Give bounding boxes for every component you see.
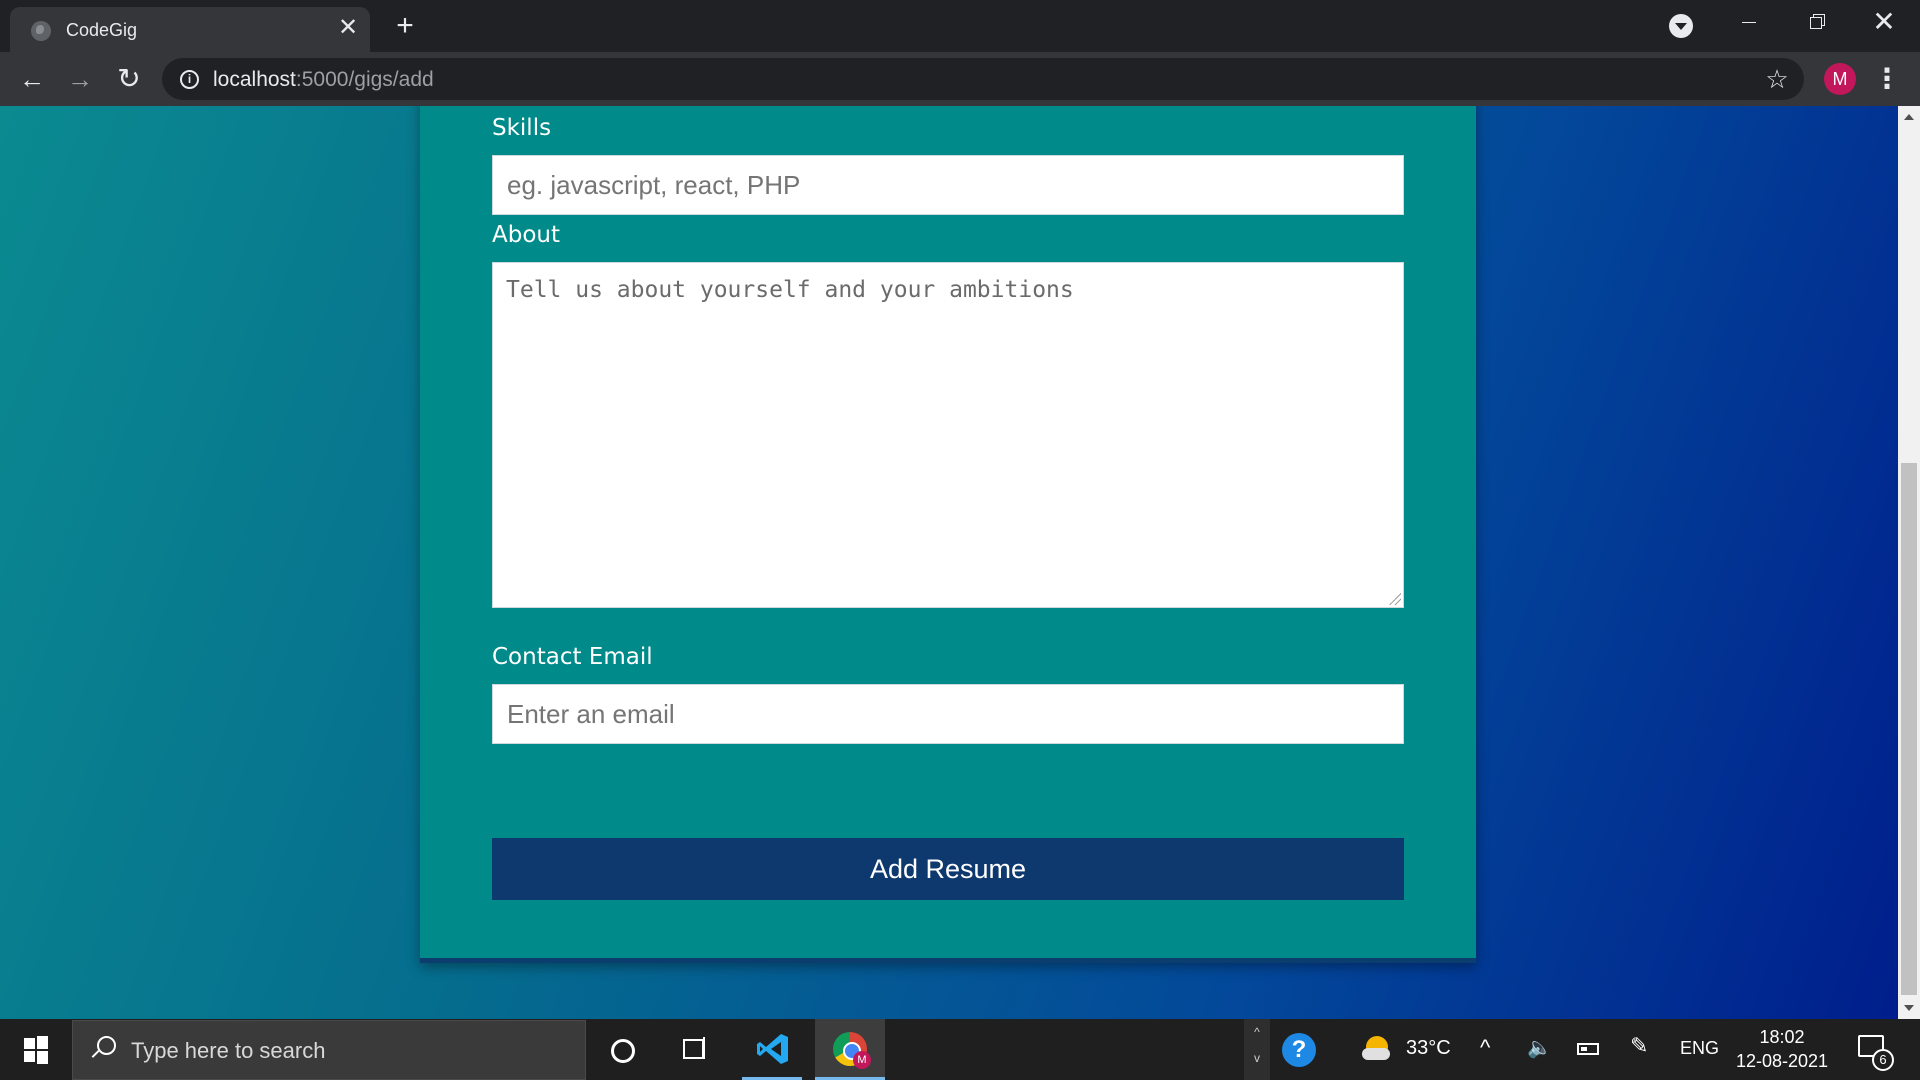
chrome-profile-badge: M	[853, 1051, 871, 1069]
chevron-down-icon[interactable]: v	[1244, 1051, 1270, 1065]
close-icon[interactable]: ✕	[335, 15, 361, 41]
start-pane	[24, 1051, 35, 1062]
address-bar[interactable]: i localhost:5000/gigs/add ☆	[162, 58, 1804, 100]
about-textarea[interactable]: Tell us about yourself and your ambition…	[492, 262, 1404, 608]
scroll-up-icon[interactable]	[1904, 114, 1914, 120]
skills-input[interactable]: eg. javascript, react, PHP	[492, 155, 1404, 215]
vscode-logo	[757, 1034, 788, 1064]
resize-handle-icon[interactable]	[1389, 593, 1401, 605]
cortana-icon[interactable]	[604, 1019, 640, 1080]
about-placeholder: Tell us about yourself and your ambition…	[506, 277, 1074, 303]
help-icon[interactable]: ?	[1282, 1033, 1316, 1067]
about-label: About	[492, 222, 561, 248]
task-view-icon[interactable]	[676, 1019, 712, 1080]
notification-count: 6	[1872, 1049, 1894, 1071]
add-resume-button[interactable]: Add Resume	[492, 838, 1404, 900]
weather-icon[interactable]	[1362, 1036, 1392, 1064]
email-input[interactable]: Enter an email	[492, 684, 1404, 744]
reload-icon[interactable]: ↻	[112, 62, 146, 96]
windows-start-icon[interactable]	[0, 1019, 72, 1080]
skills-label: Skills	[492, 115, 552, 141]
page-viewport: Skills eg. javascript, react, PHP About …	[0, 106, 1898, 1019]
url-host: localhost	[213, 68, 296, 91]
chevron-up-icon[interactable]: ^	[1244, 1025, 1270, 1039]
tab-title: CodeGig	[66, 20, 138, 40]
start-pane	[37, 1036, 48, 1049]
scroll-thumb[interactable]	[1901, 463, 1917, 995]
browser-tab-strip: CodeGig ✕ + ✕	[0, 0, 1920, 52]
info-icon[interactable]: i	[180, 70, 199, 89]
scroll-down-icon[interactable]	[1904, 1005, 1914, 1011]
resume-form-card: Skills eg. javascript, react, PHP About …	[420, 106, 1476, 963]
profile-avatar[interactable]: M	[1824, 63, 1856, 95]
restore-icon[interactable]	[1782, 0, 1850, 44]
volume-icon[interactable]: 🔈	[1527, 1035, 1552, 1060]
windows-taskbar: Type here to search M ^ v ? 33°C ^ 🔈 ✎ E…	[0, 1019, 1920, 1080]
vscode-icon[interactable]	[742, 1019, 802, 1080]
chevron-up-icon[interactable]: ^	[1480, 1035, 1490, 1061]
page-scrollbar[interactable]	[1898, 106, 1920, 1019]
start-pane	[24, 1038, 35, 1049]
taskbar-search-box[interactable]: Type here to search	[72, 1020, 586, 1080]
language-indicator[interactable]: ENG	[1680, 1038, 1719, 1059]
window-close-icon[interactable]: ✕	[1850, 0, 1918, 44]
star-icon[interactable]: ☆	[1762, 64, 1792, 94]
search-icon	[91, 1036, 116, 1058]
chrome-icon[interactable]: M	[815, 1019, 885, 1080]
url-text[interactable]: localhost:5000/gigs/add	[213, 68, 434, 92]
search-placeholder: Type here to search	[131, 1038, 326, 1063]
tab-search-icon[interactable]	[1669, 14, 1693, 38]
globe-favicon-icon	[31, 21, 51, 41]
browser-tab[interactable]: CodeGig ✕	[10, 7, 370, 52]
browser-toolbar: ← → ↻ i localhost:5000/gigs/add ☆ M ⋮	[0, 52, 1920, 106]
system-clock[interactable]: 18:02 12-08-2021	[1730, 1025, 1834, 1073]
pen-icon[interactable]: ✎	[1630, 1033, 1648, 1059]
start-pane	[37, 1051, 48, 1064]
clock-time: 18:02	[1759, 1027, 1805, 1047]
cloud-shape	[1362, 1048, 1390, 1060]
tray-scroll-control[interactable]: ^ v	[1244, 1019, 1270, 1080]
weather-temperature[interactable]: 33°C	[1406, 1037, 1451, 1060]
back-arrow-icon[interactable]: ←	[15, 62, 49, 96]
url-path: :5000/gigs/add	[295, 68, 434, 91]
forward-arrow-icon[interactable]: →	[63, 62, 97, 96]
kebab-menu-icon[interactable]: ⋮	[1872, 62, 1902, 96]
clock-date: 12-08-2021	[1735, 1051, 1829, 1071]
minimize-icon[interactable]	[1714, 0, 1782, 44]
battery-icon[interactable]	[1577, 1043, 1599, 1055]
email-label: Contact Email	[492, 644, 653, 670]
plus-icon[interactable]: +	[390, 11, 420, 42]
